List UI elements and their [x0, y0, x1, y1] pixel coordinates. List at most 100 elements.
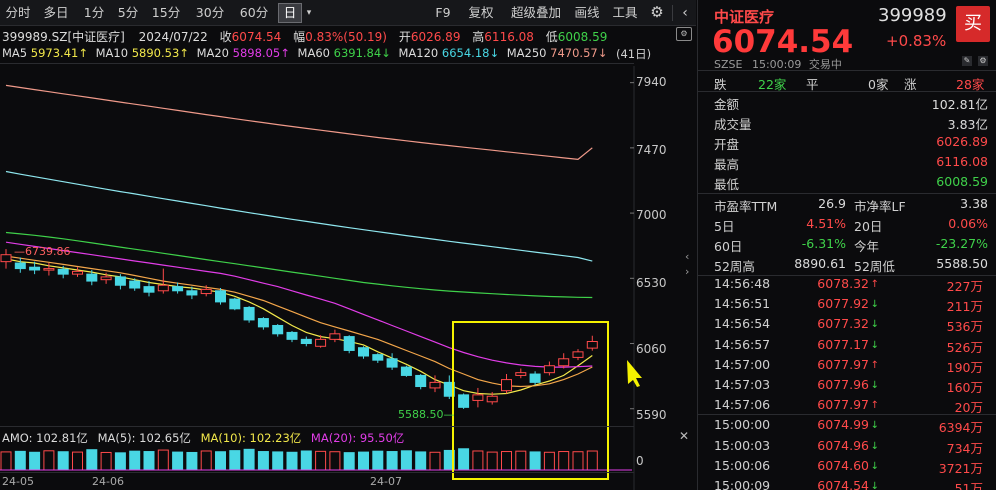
tick-time: 15:00:00 [714, 417, 771, 433]
chevron-left-icon[interactable]: ‹ [676, 3, 694, 23]
volume-bar [200, 450, 212, 471]
candle [215, 288, 226, 305]
candle-body [272, 324, 284, 335]
valuation-label: 市净率LF [854, 199, 906, 214]
ma60-value: 6391.84↓ [333, 46, 391, 60]
volume-bar [329, 451, 341, 471]
candle [558, 353, 570, 369]
volume-bar [543, 451, 555, 471]
gear-icon[interactable]: ⚙ [648, 3, 666, 23]
settings-icon[interactable]: ⚙ [978, 56, 988, 66]
period-30min[interactable]: 30分 [192, 3, 228, 23]
tick-price: 6077.96 [817, 377, 869, 392]
arrow-down-icon: ↓ [870, 481, 879, 490]
low-label: 低 [545, 30, 558, 44]
candle [229, 297, 241, 311]
candle [472, 387, 484, 408]
tick-time: 14:57:00 [714, 356, 771, 372]
candle [415, 374, 427, 390]
candle-body [415, 374, 427, 388]
tick-time: 15:00:09 [714, 478, 771, 490]
volume-bar [486, 451, 498, 471]
candle-body [200, 288, 212, 295]
candle-body [29, 266, 41, 271]
price-tick: 7940 [636, 75, 667, 89]
volume-legend: AMO: 102.81亿 MA(5): 102.65亿 MA(10): 102.… [2, 430, 404, 446]
volume-bar [186, 451, 198, 471]
tick-row: 14:56:54 6077.32 ↓ 536万 [698, 316, 996, 336]
valuation-label: 20日 [854, 219, 883, 234]
candle-body [0, 254, 12, 263]
ma250-label: MA250 [506, 46, 547, 60]
tick-price: 6074.99 [817, 417, 869, 433]
tool-f9[interactable]: F9 [432, 3, 454, 23]
volume-bar [558, 451, 570, 471]
settings-icon[interactable]: ⚙ [676, 27, 692, 41]
volume-bar [472, 450, 484, 471]
period-60min[interactable]: 60分 [236, 3, 272, 23]
stat-value: 102.81亿 [931, 97, 988, 112]
tool-draw-line[interactable]: 画线 [572, 3, 602, 23]
period-daily[interactable]: 日 [278, 3, 302, 23]
chevron-right-icon[interactable]: › [685, 265, 689, 278]
period-15min[interactable]: 15分 [148, 3, 184, 23]
chart-toolbar: 分时 多日 1分 5分 15分 30分 60分 日 ▾ F9 复权 超级叠加 画… [0, 0, 696, 26]
valuation-label: 60日 [714, 239, 743, 254]
candle-body [472, 394, 484, 401]
stat-value: 6026.89 [936, 134, 988, 149]
volume-bar [572, 451, 584, 471]
price-tick: 6530 [636, 276, 667, 290]
close-icon[interactable]: ✕ [676, 429, 692, 443]
valuation-label: 市盈率TTM [714, 199, 778, 214]
volume-bar [272, 451, 284, 471]
ma120-line [5, 170, 593, 262]
range-value: 0.83%(50.19) [305, 30, 387, 44]
period-5min[interactable]: 5分 [114, 3, 142, 23]
candle [358, 346, 369, 359]
chevron-down-icon[interactable]: ▾ [302, 3, 316, 23]
tick-time: 14:56:57 [714, 336, 771, 352]
tick-price: 6077.32 [817, 316, 869, 332]
date-tick: 24-05 [2, 475, 34, 488]
tick-row: 14:56:57 6077.17 ↓ 526万 [698, 337, 996, 357]
period-intraday[interactable]: 分时 [2, 3, 34, 23]
candle-body [215, 290, 226, 303]
candle [0, 249, 12, 269]
tick-volume: 51万 [954, 481, 983, 490]
pencil-icon[interactable]: ✎ [962, 56, 972, 66]
change-percent: +0.83% [886, 32, 947, 50]
buy-button[interactable]: 买 [956, 6, 990, 42]
tick-price: 6077.97 [817, 356, 869, 372]
tick-price: 6074.60 [817, 457, 869, 473]
candle-body [257, 318, 269, 328]
period-1min[interactable]: 1分 [80, 3, 108, 23]
volume-bar [400, 450, 412, 471]
quote-panel: 中证医疗 399989 买 6074.54 +0.83% SZSE 15:00:… [697, 0, 996, 490]
ma120-value: 6654.18↓ [441, 46, 500, 60]
candle-body [372, 354, 384, 361]
tool-adjust[interactable]: 复权 [466, 3, 496, 23]
amo-ma20: MA(20): 95.50亿 [310, 431, 405, 445]
candle [572, 349, 584, 361]
candle-body [543, 365, 555, 374]
volume-bar [14, 450, 26, 471]
price-tick: 6060 [636, 342, 667, 356]
candle [300, 336, 312, 347]
volume-bar [143, 451, 155, 471]
volume-bar [315, 450, 327, 471]
date-tick: 24-07 [370, 475, 402, 488]
volume-bar [429, 451, 441, 471]
tick-time: 14:56:51 [714, 296, 771, 312]
candle-body [358, 347, 369, 357]
stat-label: 最低 [714, 177, 740, 192]
tool-tools[interactable]: 工具 [610, 3, 640, 23]
volume-bar [300, 450, 312, 471]
close-label: 收 [219, 30, 232, 44]
valuation-value: 0.06% [948, 216, 988, 231]
valuation-value: -23.27% [935, 236, 988, 251]
tick-row: 14:57:03 6077.96 ↓ 160万 [698, 377, 996, 397]
arrow-down-icon: ↓ [870, 339, 879, 351]
period-multiday[interactable]: 多日 [40, 3, 72, 23]
chevron-left-icon[interactable]: ‹ [685, 250, 689, 263]
tool-overlay[interactable]: 超级叠加 [508, 3, 564, 23]
